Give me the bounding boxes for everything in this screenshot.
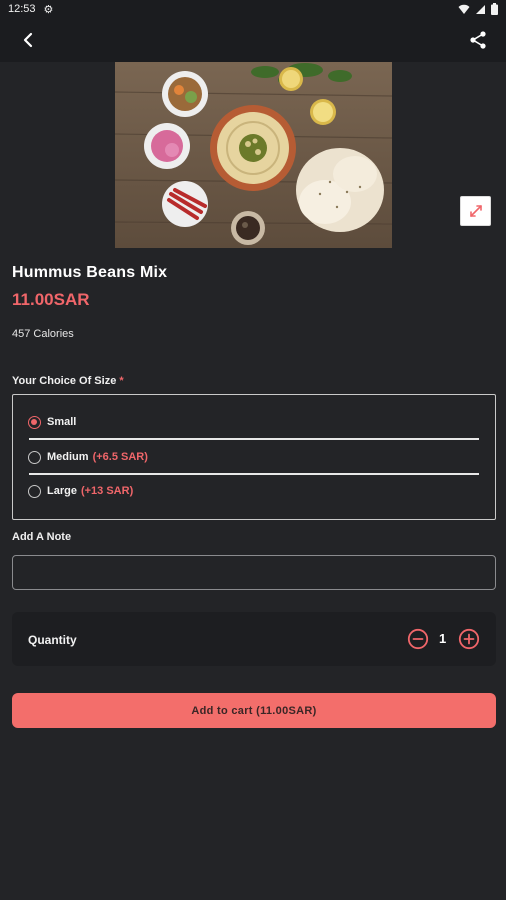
quantity-value: 1	[439, 631, 447, 646]
app-bar	[0, 18, 506, 62]
radio-unchecked-icon[interactable]	[28, 484, 41, 498]
size-option-medium[interactable]: Medium (+6.5 SAR)	[28, 445, 148, 469]
battery-icon	[491, 3, 498, 15]
size-option-small[interactable]: Small	[28, 410, 76, 434]
share-button[interactable]	[466, 29, 490, 51]
note-input[interactable]	[12, 555, 496, 590]
status-icons	[458, 3, 498, 15]
option-divider	[29, 438, 479, 440]
expand-icon	[469, 205, 482, 217]
signal-icon	[476, 4, 485, 14]
quantity-card: Quantity 1	[12, 612, 496, 666]
product-title: Hummus Beans Mix	[12, 264, 168, 281]
size-option-price: (+13 SAR)	[80, 485, 134, 497]
size-section-label: Your Choice Of Size *	[12, 375, 124, 387]
decrease-quantity-button[interactable]	[407, 628, 429, 650]
settings-gear-icon: ⚙	[43, 3, 54, 16]
status-bar: 12:53 ⚙	[0, 0, 506, 18]
status-time: 12:53	[8, 3, 36, 15]
radio-unchecked-icon[interactable]	[28, 450, 41, 464]
quantity-label: Quantity	[28, 633, 77, 647]
expand-image-button[interactable]	[460, 196, 491, 226]
minus-circle-icon	[407, 628, 429, 650]
size-option-label: Large	[47, 485, 77, 497]
add-to-cart-button[interactable]: Add to cart (11.00SAR)	[12, 693, 496, 728]
wifi-icon	[458, 4, 470, 14]
size-option-price: (+6.5 SAR)	[92, 451, 148, 463]
increase-quantity-button[interactable]	[458, 628, 480, 650]
plus-circle-icon	[458, 628, 480, 650]
note-label: Add A Note	[12, 531, 72, 543]
product-price: 11.00SAR	[12, 290, 90, 309]
back-button[interactable]	[16, 29, 40, 51]
radio-checked-icon[interactable]	[28, 415, 41, 429]
size-option-large[interactable]: Large (+13 SAR)	[28, 479, 133, 503]
share-icon	[470, 31, 486, 49]
option-divider	[29, 473, 479, 475]
size-section-title: Your Choice Of Size	[12, 375, 117, 387]
size-options-group: Small Medium (+6.5 SAR) Large (+13 SAR)	[12, 394, 496, 520]
product-image	[115, 62, 392, 248]
required-marker: *	[119, 375, 124, 387]
size-option-label: Medium	[47, 451, 89, 463]
arrow-back-icon	[23, 32, 33, 48]
product-calories: 457 Calories	[12, 328, 74, 340]
size-option-label: Small	[47, 416, 77, 428]
